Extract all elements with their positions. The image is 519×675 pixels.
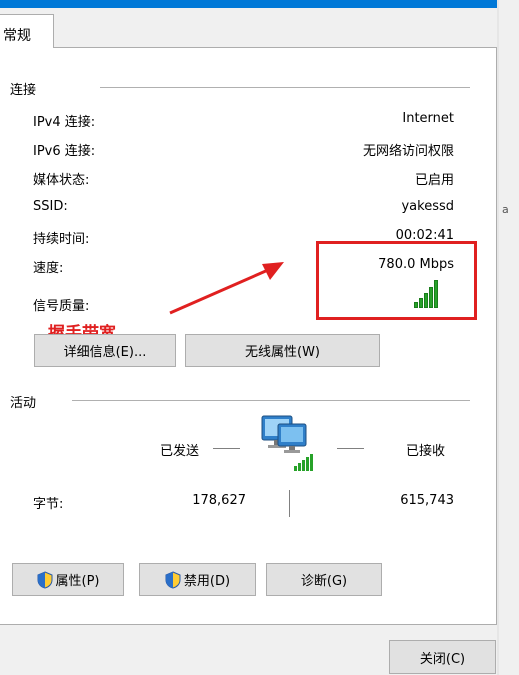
disable-button-label: 禁用(D) [183,574,231,589]
wireless-properties-button[interactable]: 无线属性(W) [185,334,380,367]
received-line [337,448,364,449]
close-button[interactable]: 关闭(C) [389,640,496,674]
close-button-label: 关闭(C) [419,651,466,667]
sent-line [213,448,240,449]
bytes-received-value: 615,743 [400,493,454,508]
diagnose-button[interactable]: 诊断(G) [266,563,382,596]
diagnose-button-label: 诊断(G) [300,574,348,589]
properties-button-label: 属性(P) [55,574,100,589]
network-computers-icon [261,415,313,471]
sent-label: 已发送 [160,444,200,459]
bytes-sent-value: 178,627 [192,493,246,508]
bytes-divider [289,490,290,517]
bytes-label: 字节: [33,497,64,512]
received-label: 已接收 [406,444,446,459]
tab-general-label: 常规 [3,28,31,44]
details-button-label: 详细信息(E)... [63,345,147,360]
shield-icon [37,570,53,589]
details-button[interactable]: 详细信息(E)... [34,334,176,367]
activity-group-title: 活动 [10,396,37,411]
properties-button[interactable]: 属性(P) [12,563,124,596]
shield-icon [165,570,181,589]
tab-general[interactable]: 常规 [0,14,54,48]
wireless-properties-button-label: 无线属性(W) [245,345,320,360]
activity-group-divider [72,400,470,401]
disable-button[interactable]: 禁用(D) [139,563,256,596]
